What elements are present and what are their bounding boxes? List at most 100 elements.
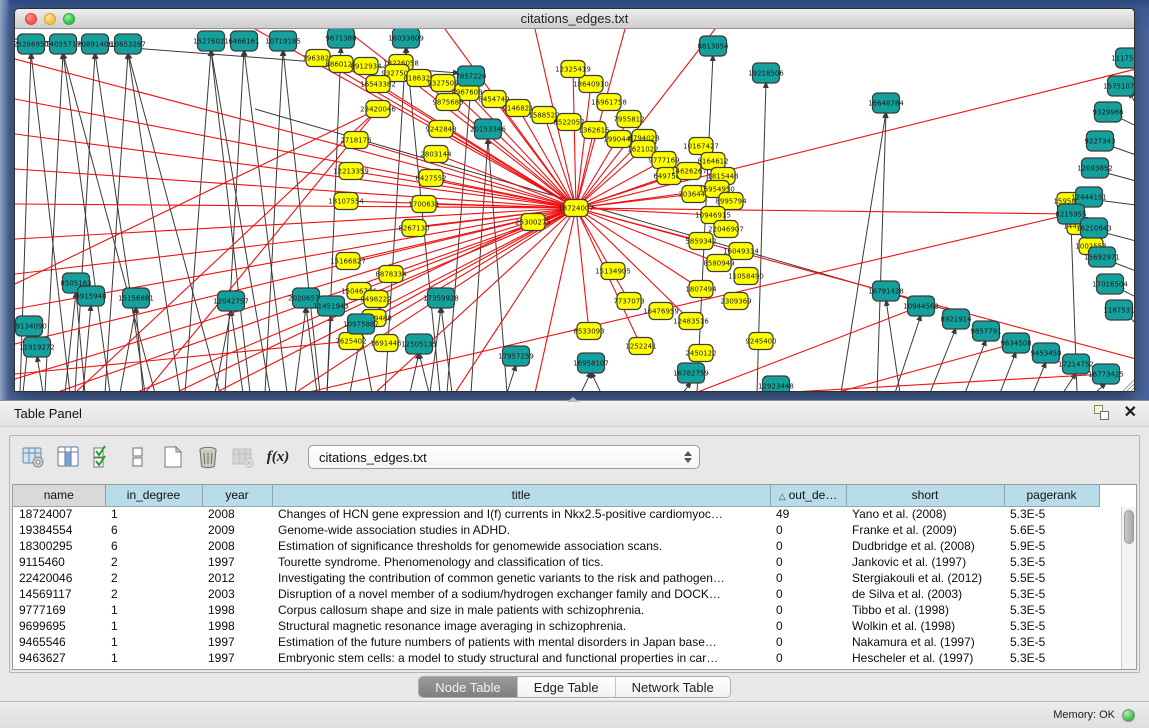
table-cell[interactable]: Yano et al. (2008) (846, 506, 1004, 522)
table-cell[interactable]: 1 (105, 634, 202, 650)
table-cell[interactable]: 14569117 (13, 586, 105, 602)
table-row[interactable]: 1938455462009Genome-wide association stu… (13, 522, 1099, 538)
graph-node[interactable]: 8912934 (350, 58, 382, 75)
graph-node[interactable]: 14055717 (45, 34, 81, 54)
table-cell[interactable]: 2012 (202, 570, 272, 586)
graph-node[interactable]: 20153346 (470, 119, 506, 139)
table-cell[interactable]: Investigating the contribution of common… (272, 570, 770, 586)
graph-node[interactable]: 12923448 (758, 376, 794, 392)
table-cell[interactable]: 6 (105, 522, 202, 538)
table-cell[interactable]: Estimation of the future numbers of pati… (272, 634, 770, 650)
tab-node-table[interactable]: Node Table (419, 677, 518, 697)
table-cell[interactable]: 1 (105, 650, 202, 666)
citation-edge[interactable] (581, 372, 591, 392)
citation-edge[interactable] (211, 50, 270, 392)
table-cell[interactable]: Corpus callosum shape and size in male p… (272, 602, 770, 618)
table-cell[interactable]: 9699695 (13, 618, 105, 634)
function-builder-icon[interactable]: f(x) (265, 444, 291, 470)
table-row[interactable]: 1456911722003Disruption of a novel membe… (13, 586, 1099, 602)
graph-node[interactable]: 8580949 (703, 255, 734, 272)
graph-node[interactable]: 2450122 (685, 345, 716, 362)
citation-edge[interactable] (419, 353, 429, 392)
table-cell[interactable]: 2 (105, 554, 202, 570)
citation-edge[interactable] (576, 29, 715, 208)
tab-edge-table[interactable]: Edge Table (518, 677, 616, 697)
column-header-out_de[interactable]: △out_de… (770, 485, 846, 506)
close-window-icon[interactable] (25, 13, 37, 25)
table-cell[interactable]: Tibbo et al. (1998) (846, 602, 1004, 618)
citation-edge[interactable] (15, 208, 576, 344)
table-cell[interactable]: 5.6E-5 (1004, 522, 1099, 538)
table-cell[interactable]: 5.3E-5 (1004, 586, 1099, 602)
citation-edge[interactable] (225, 50, 244, 392)
graph-node[interactable]: 16961758 (591, 94, 627, 111)
minimize-window-icon[interactable] (44, 13, 56, 25)
column-header-pagerank[interactable]: pagerank (1004, 485, 1099, 506)
table-cell[interactable]: Changes of HCN gene expression and I(f) … (272, 506, 770, 522)
citation-edge[interactable] (120, 307, 136, 392)
table-row[interactable]: 1830029562008Estimation of significance … (13, 538, 1099, 554)
resize-grip-icon[interactable] (1123, 380, 1134, 391)
graph-node[interactable]: 11175504 (1111, 48, 1135, 68)
close-panel-icon[interactable]: ✕ (1124, 405, 1137, 421)
citation-edge[interactable] (185, 50, 211, 392)
table-cell[interactable]: Nakamura et al. (1997) (846, 634, 1004, 650)
deselect-all-icon[interactable] (125, 444, 151, 470)
table-row[interactable]: 1872400712008Changes of HCN gene express… (13, 506, 1099, 522)
graph-node[interactable]: 9453450 (1030, 343, 1061, 363)
table-row[interactable]: 946362711997Embryonic stem cells: a mode… (13, 650, 1099, 666)
citation-edge[interactable] (75, 53, 95, 392)
table-cell[interactable]: Stergiakouli et al. (2012) (846, 570, 1004, 586)
graph-node[interactable]: 9329966 (1092, 102, 1124, 122)
graph-node[interactable]: 1691446 (370, 335, 402, 352)
node-table-grid[interactable]: namein_degreeyeartitle△out_de…shortpager… (13, 485, 1100, 666)
table-cell[interactable]: 9465546 (13, 634, 105, 650)
table-row[interactable]: 911546021997Tourette syndrome. Phenomeno… (13, 554, 1099, 570)
table-panel-titlebar[interactable]: Table Panel ✕ (0, 401, 1149, 427)
table-cell[interactable]: 18300295 (13, 538, 105, 554)
table-cell[interactable]: 5.5E-5 (1004, 570, 1099, 586)
graph-node[interactable]: 8921914 (940, 309, 972, 329)
table-cell[interactable]: 9777169 (13, 602, 105, 618)
graph-node[interactable]: 15751074 (1103, 76, 1135, 96)
graph-node[interactable]: 9857791 (970, 321, 1001, 341)
citation-edge[interactable] (1033, 362, 1046, 392)
graph-node[interactable]: 11058490 (728, 268, 764, 285)
graph-node[interactable]: 1700631 (408, 196, 439, 213)
graph-node[interactable]: 15276021 (193, 31, 229, 51)
citation-edge[interactable] (576, 69, 1135, 208)
citation-edge[interactable] (507, 365, 516, 392)
table-cell[interactable]: 0 (770, 570, 846, 586)
graph-node[interactable]: 12042757 (213, 291, 249, 311)
graph-node[interactable]: 15692971 (1084, 247, 1120, 267)
graph-node[interactable]: 7737073 (613, 293, 644, 310)
graph-node[interactable]: 9875685 (432, 94, 463, 111)
table-cell[interactable]: 1998 (202, 618, 272, 634)
table-cell[interactable]: 0 (770, 618, 846, 634)
citation-edge[interactable] (65, 292, 76, 392)
table-row[interactable]: 969969511998Structural magnetic resonanc… (13, 618, 1099, 634)
citation-edge[interactable] (15, 208, 576, 274)
graph-node[interactable]: 19218506 (748, 63, 784, 83)
table-row[interactable]: 977716911998Corpus callosum shape and si… (13, 602, 1099, 618)
citation-edge[interactable] (576, 84, 591, 208)
show-columns-icon[interactable] (55, 444, 81, 470)
graph-node[interactable]: 1807494 (685, 281, 717, 298)
table-cell[interactable]: 0 (770, 586, 846, 602)
graph-node[interactable]: 10719185 (265, 31, 301, 51)
graph-node[interactable]: 12505135 (401, 334, 437, 354)
graph-node[interactable]: 16033809 (388, 29, 424, 48)
graph-node[interactable]: 25266950 (15, 34, 49, 54)
delete-column-icon[interactable] (195, 444, 221, 470)
graph-node[interactable]: 9634508 (1000, 333, 1031, 353)
table-selector-dropdown[interactable]: citations_edges.txt (308, 445, 700, 469)
network-canvas[interactable]: 7963822886012889129341822605893275051654… (15, 29, 1135, 392)
graph-node[interactable]: 9777169 (648, 152, 679, 169)
citation-edge[interactable] (1000, 352, 1016, 392)
table-cell[interactable]: Wolkin et al. (1998) (846, 618, 1004, 634)
new-column-icon[interactable] (160, 444, 186, 470)
table-cell[interactable]: 5.3E-5 (1004, 506, 1099, 522)
graph-node[interactable]: 5859342 (685, 233, 716, 250)
network-window-titlebar[interactable]: citations_edges.txt (15, 9, 1134, 29)
table-cell[interactable]: 2009 (202, 522, 272, 538)
